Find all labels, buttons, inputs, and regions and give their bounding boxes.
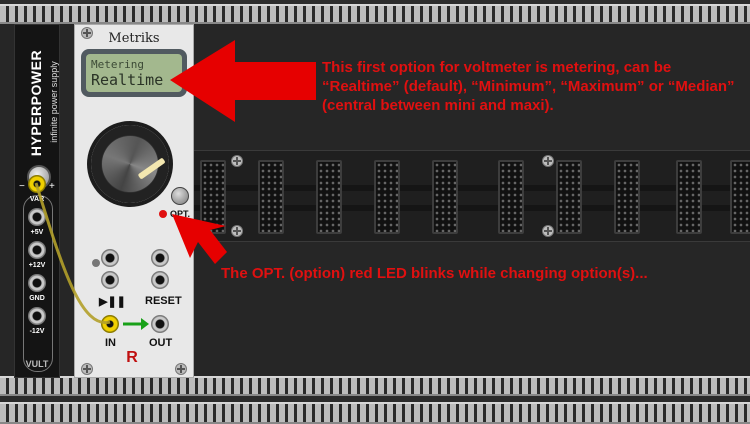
annotation-option-note: This first option for voltmeter is meter… xyxy=(322,59,735,114)
arrow-to-led-icon xyxy=(172,214,227,264)
annotation-led-note: The OPT. (option) red LED blinks while c… xyxy=(221,265,648,282)
arrow-to-lcd-icon xyxy=(170,40,316,122)
